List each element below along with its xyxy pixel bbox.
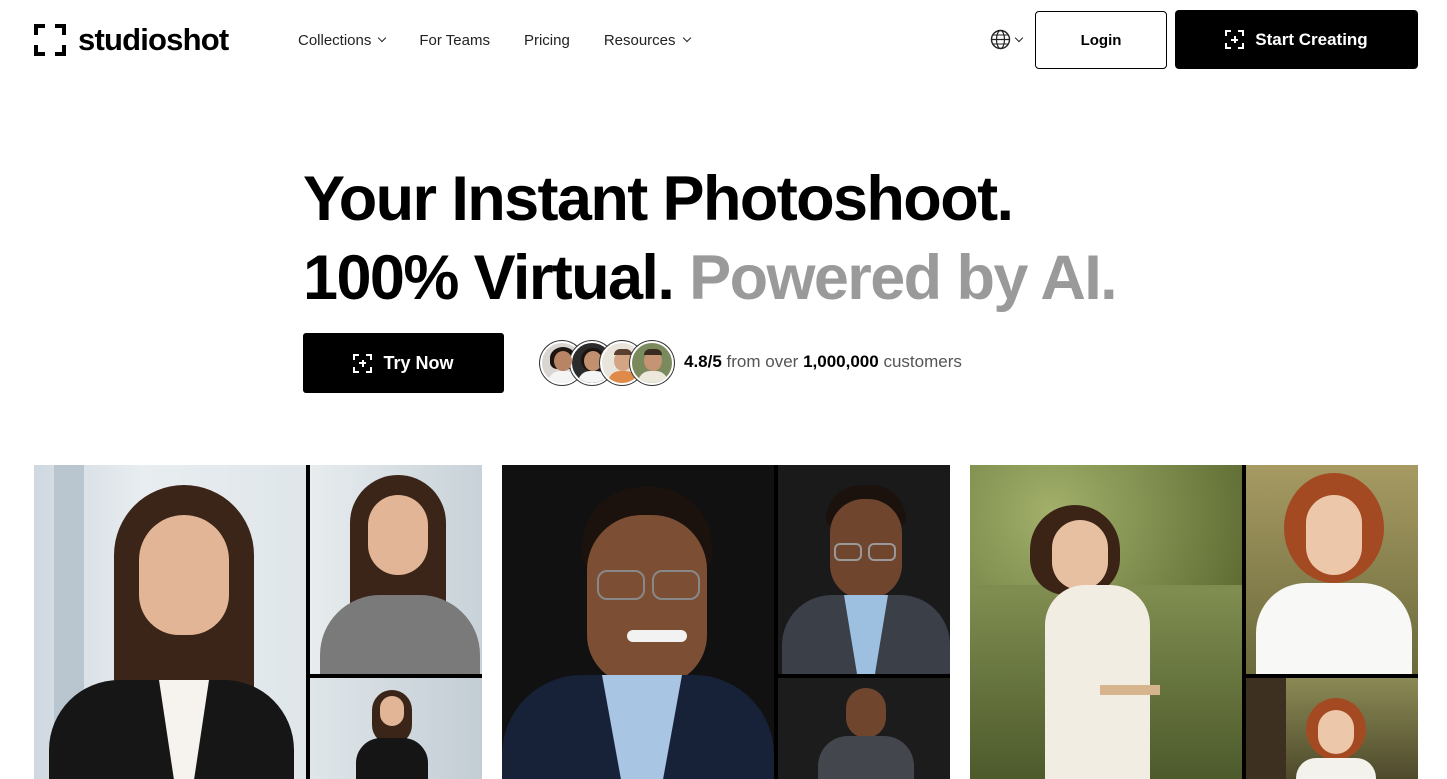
nav-collections-label: Collections xyxy=(298,31,372,49)
nav-for-teams-label: For Teams xyxy=(419,31,490,49)
start-creating-label: Start Creating xyxy=(1255,29,1368,49)
brand-name: studioshot xyxy=(78,22,229,57)
globe-icon xyxy=(990,29,1011,50)
portrait-image xyxy=(502,465,774,779)
nav-collections[interactable]: Collections xyxy=(298,31,387,49)
chevron-down-icon xyxy=(1014,33,1024,42)
portrait-image xyxy=(778,678,950,779)
frame-logo-icon xyxy=(34,24,66,56)
nav-resources[interactable]: Resources xyxy=(603,31,691,49)
avatar xyxy=(630,341,674,385)
nav-pricing[interactable]: Pricing xyxy=(524,32,570,49)
start-creating-button[interactable]: Start Creating xyxy=(1175,10,1418,69)
rating-tail: customers xyxy=(883,352,962,371)
hero-headline: Your Instant Photoshoot. 100% Virtual. P… xyxy=(303,160,1118,318)
language-selector[interactable] xyxy=(990,29,1024,50)
hero-line-2-muted: Powered by AI. xyxy=(689,243,1117,313)
rating-score: 4.8/5 xyxy=(684,352,722,371)
portrait-image xyxy=(310,678,482,779)
frame-plus-icon xyxy=(1225,30,1245,49)
brand-logo[interactable]: studioshot xyxy=(34,22,229,58)
hero-line-1: Your Instant Photoshoot. xyxy=(303,164,1014,234)
frame-plus-icon xyxy=(353,353,373,373)
gallery-card-park-woman[interactable] xyxy=(970,465,1418,779)
login-button[interactable]: Login xyxy=(1035,11,1167,69)
chevron-down-icon xyxy=(378,33,387,43)
gallery-card-office-woman[interactable] xyxy=(34,465,482,779)
rating-text: 4.8/5 from over 1,000,000 customers xyxy=(684,352,962,372)
portrait-image xyxy=(1246,678,1418,779)
portrait-image xyxy=(34,465,306,779)
portrait-image xyxy=(1246,465,1418,674)
hero-line-2-main: 100% Virtual. xyxy=(303,243,675,313)
try-now-button[interactable]: Try Now xyxy=(303,333,504,393)
try-now-label: Try Now xyxy=(383,352,454,373)
hero-line-2: 100% Virtual. Powered by AI. xyxy=(303,239,1118,318)
customer-avatars xyxy=(540,341,674,385)
nav-for-teams[interactable]: For Teams xyxy=(419,32,490,49)
site-header: studioshot Collections For Teams Pricing… xyxy=(0,0,1447,80)
nav-resources-label: Resources xyxy=(603,31,676,49)
rating-count: 1,000,000 xyxy=(803,352,879,371)
main-nav: Collections For Teams Pricing Resources xyxy=(298,30,691,50)
nav-pricing-label: Pricing xyxy=(523,31,570,49)
portrait-image xyxy=(970,465,1242,779)
gallery-card-glasses-man[interactable] xyxy=(502,465,950,779)
chevron-down-icon xyxy=(682,33,691,43)
rating-mid: from over xyxy=(726,352,799,371)
portrait-image xyxy=(778,465,950,674)
portrait-image xyxy=(310,465,482,674)
